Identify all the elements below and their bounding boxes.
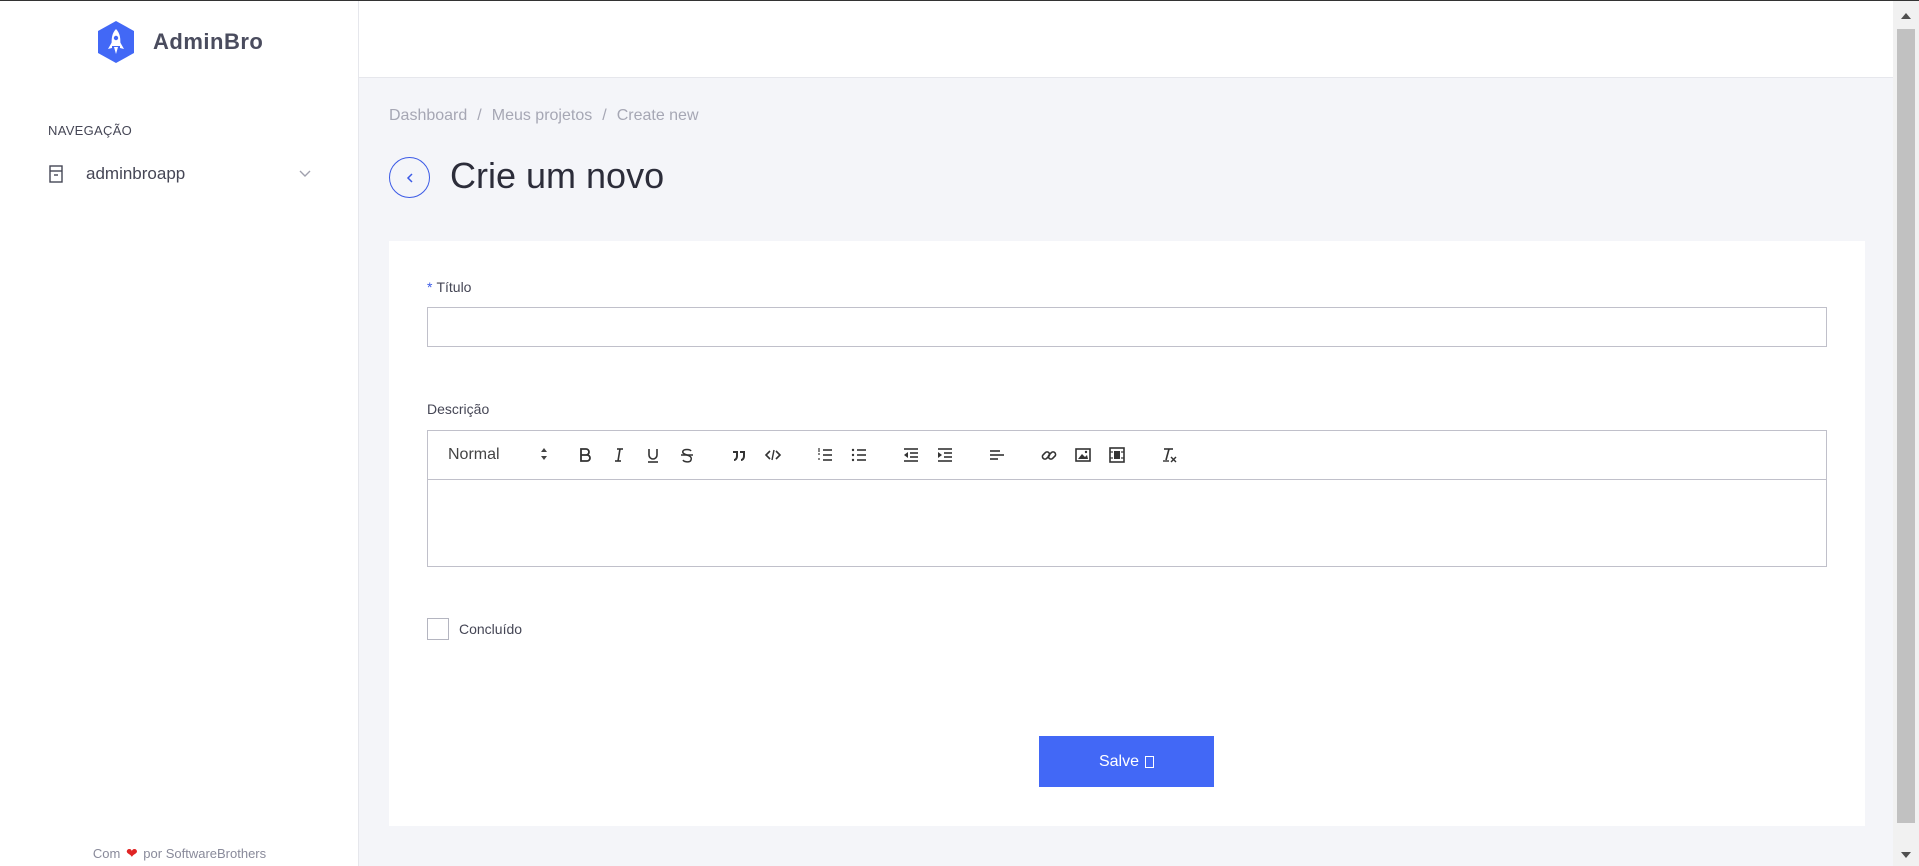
back-button[interactable] xyxy=(389,157,430,198)
outdent-button[interactable] xyxy=(894,442,928,468)
title-input[interactable] xyxy=(427,307,1827,347)
save-button[interactable]: Salve xyxy=(1039,736,1214,787)
concluido-label: Concluído xyxy=(459,621,523,637)
breadcrumb-meus-projetos[interactable]: Meus projetos xyxy=(492,107,593,125)
brand-name: AdminBro xyxy=(153,29,264,54)
editor-toolbar: Normal xyxy=(428,431,1826,480)
underline-button[interactable] xyxy=(636,442,670,468)
format-select[interactable]: Normal xyxy=(448,442,548,468)
ordered-list-button[interactable] xyxy=(808,442,842,468)
align-button[interactable] xyxy=(980,442,1014,468)
format-select-value: Normal xyxy=(448,446,500,463)
nav-heading: NAVEGAÇÃO xyxy=(48,123,133,138)
bold-button[interactable] xyxy=(568,442,602,468)
italic-icon xyxy=(615,448,623,462)
required-marker: * xyxy=(427,279,433,295)
footer-suffix: por SoftwareBrothers xyxy=(143,846,267,861)
toolbar-group-text xyxy=(568,442,704,468)
chevron-down-icon[interactable] xyxy=(298,166,312,180)
code-block-icon xyxy=(764,449,782,461)
ordered-list-icon xyxy=(818,448,832,461)
indent-icon xyxy=(938,448,952,462)
video-button[interactable] xyxy=(1100,442,1134,468)
toolbar-group-media xyxy=(1032,442,1134,468)
triangle-up-icon xyxy=(1901,13,1911,19)
code-block-button[interactable] xyxy=(756,442,790,468)
toolbar-group-align xyxy=(980,442,1014,468)
heart-icon: ❤ xyxy=(125,845,138,861)
image-button[interactable] xyxy=(1066,442,1100,468)
underline-icon xyxy=(648,449,658,463)
title-label-text: Título xyxy=(436,279,472,295)
sidebar-item-label: adminbroapp xyxy=(86,164,186,183)
sidebar-item-adminbroapp[interactable]: adminbroapp xyxy=(48,160,312,188)
breadcrumb-dashboard[interactable]: Dashboard xyxy=(389,107,467,125)
blockquote-icon xyxy=(733,451,745,461)
bold-icon xyxy=(580,448,591,462)
bullet-list-icon xyxy=(851,448,866,462)
database-icon xyxy=(49,165,63,183)
toolbar-group-blocks xyxy=(722,442,790,468)
blockquote-button[interactable] xyxy=(722,442,756,468)
outdent-icon xyxy=(904,448,918,462)
scroll-up-arrow[interactable] xyxy=(1893,5,1919,27)
sidebar-footer: Com ❤ por SoftwareBrothers xyxy=(0,845,359,862)
window-top-border xyxy=(0,0,1919,1)
top-bar xyxy=(359,1,1893,78)
save-icon xyxy=(1145,755,1155,768)
sidebar: AdminBro NAVEGAÇÃO adminbroapp Com ❤ por… xyxy=(0,1,359,866)
select-arrows-icon xyxy=(541,448,547,460)
breadcrumb-create-new[interactable]: Create new xyxy=(617,107,699,125)
link-button[interactable] xyxy=(1032,442,1066,468)
strikethrough-icon xyxy=(681,448,693,463)
clear-format-icon xyxy=(1163,448,1177,463)
triangle-down-icon xyxy=(1901,852,1911,858)
rich-text-editor: Normal xyxy=(427,430,1827,567)
logo[interactable]: AdminBro xyxy=(93,19,263,65)
toolbar-group-lists xyxy=(808,442,876,468)
footer-prefix: Com xyxy=(92,846,121,861)
title-label: * Título xyxy=(427,279,471,295)
scrollbar-thumb[interactable] xyxy=(1897,29,1915,823)
breadcrumb: Dashboard / Meus projetos / Create new xyxy=(389,107,699,125)
strikethrough-button[interactable] xyxy=(670,442,704,468)
breadcrumb-separator: / xyxy=(477,107,482,124)
scrollbar[interactable] xyxy=(1893,1,1919,866)
chevron-left-icon xyxy=(406,172,413,183)
italic-button[interactable] xyxy=(602,442,636,468)
breadcrumb-separator: / xyxy=(602,107,607,124)
link-icon xyxy=(1041,451,1057,460)
toolbar-group-clean xyxy=(1152,442,1186,468)
toolbar-group-indent xyxy=(894,442,962,468)
description-label: Descrição xyxy=(427,401,490,417)
concluido-checkbox[interactable] xyxy=(427,618,449,640)
page-title: Crie um novo xyxy=(450,155,665,196)
align-icon xyxy=(990,450,1004,460)
indent-button[interactable] xyxy=(928,442,962,468)
image-icon xyxy=(1075,448,1091,462)
form-card: * Título Descrição Normal Concluído Salv… xyxy=(389,241,1865,826)
scroll-down-arrow[interactable] xyxy=(1893,844,1919,866)
video-icon xyxy=(1109,447,1125,463)
bullet-list-button[interactable] xyxy=(842,442,876,468)
editor-content-area[interactable] xyxy=(428,480,1826,566)
rocket-logo-icon xyxy=(98,21,134,63)
clear-format-button[interactable] xyxy=(1152,442,1186,468)
save-button-label: Salve xyxy=(1098,752,1140,770)
